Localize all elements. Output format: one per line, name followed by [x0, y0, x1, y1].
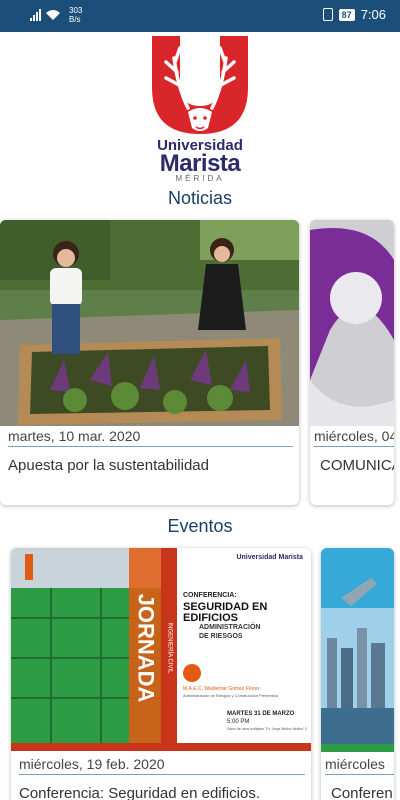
poster-headline-3: ADMINISTRACIÓN	[199, 624, 261, 631]
news-card[interactable]: martes, 10 mar. 2020 Apuesta por la sust…	[0, 220, 299, 505]
logo-text-city: MÉRIDA	[175, 174, 225, 183]
poster-headline-2: EDIFICIOS	[183, 612, 239, 624]
battery-icon: 87	[338, 8, 355, 21]
event-poster-city	[321, 548, 394, 752]
event-date: miércoles	[325, 756, 385, 772]
poster-headline-4: DE RIESGOS	[199, 633, 243, 640]
event-divider	[325, 774, 394, 775]
status-bar: 303 B/s 87 7:06	[0, 0, 400, 32]
news-card[interactable]: miércoles, 04 COMUNICA	[310, 220, 394, 505]
poster-speaker: M.A.E.C. Waldemar Gómez Flores	[183, 686, 260, 692]
news-divider	[314, 446, 394, 447]
news-divider	[8, 446, 293, 447]
signal-icon	[30, 9, 41, 21]
poster-subbanner-text: INGENIERÍA CIVIL	[166, 622, 173, 674]
poster-when-date: MARTES 31 DE MARZO	[227, 711, 295, 717]
poster-info-panel: Universidad Marista CONFERENCIA: SEGURID…	[177, 548, 311, 748]
status-left: 303 B/s	[30, 6, 82, 24]
poster-subbanner: INGENIERÍA CIVIL	[161, 548, 177, 748]
poster-footer-bar	[11, 743, 311, 751]
news-photo-garden	[0, 220, 299, 426]
event-title: Conferen	[331, 785, 393, 800]
event-card[interactable]: JORNADA INGENIERÍA CIVIL Universidad Mar…	[11, 548, 311, 800]
section-title-noticias: Noticias	[167, 188, 233, 208]
status-right: 87 7:06	[322, 7, 386, 22]
network-speed-value: 303	[69, 6, 83, 15]
event-title: Conferencia: Seguridad en edificios.	[19, 785, 260, 800]
news-title: COMUNICA	[320, 457, 394, 474]
news-date: miércoles, 04	[314, 428, 394, 444]
event-card[interactable]: miércoles Conferen	[321, 548, 394, 800]
poster-speaker-role: Administración de Riesgos y Construcción…	[183, 693, 278, 698]
poster-brand: Universidad Marista	[236, 554, 303, 561]
poster-where: Salón de usos múltiples "Dr. Jorge Muñoz…	[227, 727, 307, 731]
clock: 7:06	[360, 7, 386, 22]
network-speed-unit: B/s	[69, 15, 81, 24]
poster-banner-text: JORNADA	[133, 593, 159, 703]
vibrate-icon	[322, 8, 333, 21]
event-date: miércoles, 19 feb. 2020	[19, 756, 165, 772]
poster-kicker: CONFERENCIA:	[183, 592, 237, 599]
poster-when-time: 5:00 PM	[227, 719, 250, 725]
network-speed: 303 B/s	[69, 6, 82, 24]
news-photo-ribbon	[310, 220, 394, 426]
poster-banner: JORNADA	[129, 548, 161, 748]
wifi-icon	[46, 10, 60, 20]
section-title-eventos: Eventos	[167, 516, 233, 536]
speaker-avatar	[183, 664, 201, 682]
news-date: martes, 10 mar. 2020	[8, 428, 141, 444]
news-title: Apuesta por la sustentabilidad	[8, 457, 209, 474]
event-divider	[19, 774, 305, 775]
